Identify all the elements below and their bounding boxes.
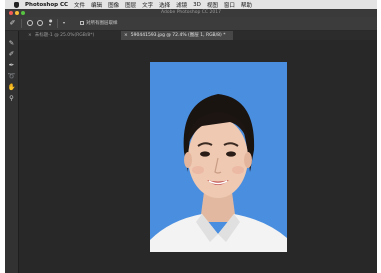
menu-bar: Photoshop CC 文件 编辑 图像 图层 文字 选择 滤镜 3D 视图 … bbox=[5, 0, 377, 9]
sample-all-layers-label: 对所有图层取样 bbox=[86, 21, 118, 26]
history-brush-icon[interactable]: ✒ bbox=[7, 61, 16, 70]
menu-filter[interactable]: 滤镜 bbox=[176, 1, 187, 9]
apple-icon[interactable] bbox=[14, 1, 19, 8]
close-tab-icon[interactable]: × bbox=[28, 33, 32, 38]
menu-window[interactable]: 窗口 bbox=[224, 1, 235, 9]
photoshop-screen: Photoshop CC 文件 编辑 图像 图层 文字 选择 滤镜 3D 视图 … bbox=[5, 0, 377, 273]
tab-untitled-1[interactable]: × 未标题-1 @ 25.0%(RGB/8*) bbox=[25, 31, 120, 40]
hand-icon[interactable]: ✋ bbox=[7, 83, 16, 92]
document-tabs: × 未标题-1 @ 25.0%(RGB/8*) × 5904415​93.jpg @… bbox=[19, 31, 377, 40]
menu-view[interactable]: 视图 bbox=[207, 1, 218, 9]
id-photo[interactable] bbox=[150, 62, 287, 252]
brush-preset-icon[interactable]: ✐ bbox=[8, 19, 17, 28]
window-title-bar: Adobe Photoshop CC 2017 bbox=[5, 9, 377, 17]
tools-panel: ✎ ✐ ✒ ➰ ✋ ⚲ bbox=[5, 31, 19, 273]
healing-brush-icon[interactable]: ✐ bbox=[7, 50, 16, 59]
menu-type[interactable]: 文字 bbox=[142, 1, 153, 9]
brush-icon[interactable]: ✎ bbox=[7, 39, 16, 48]
menu-layer[interactable]: 图层 bbox=[125, 1, 136, 9]
zoom-icon[interactable]: ⚲ bbox=[7, 94, 16, 103]
options-separator bbox=[21, 19, 22, 28]
tab-label: 5904415​93.jpg @ 72.4% (图层 1, RGB/8) * bbox=[130, 33, 226, 38]
menu-file[interactable]: 文件 bbox=[74, 1, 85, 9]
brush-size-icon[interactable]: ● ▾ bbox=[49, 19, 53, 27]
source-pattern-icon[interactable] bbox=[37, 20, 43, 26]
menu-help[interactable]: 帮助 bbox=[241, 1, 252, 9]
portrait-image bbox=[150, 62, 287, 252]
source-sampled-icon[interactable] bbox=[27, 20, 33, 26]
chevron-down-icon[interactable]: ▾ bbox=[63, 21, 65, 25]
menu-3d[interactable]: 3D bbox=[193, 2, 201, 8]
app-menu[interactable]: Photoshop CC bbox=[25, 2, 68, 8]
close-tab-icon[interactable]: × bbox=[124, 33, 128, 38]
menu-image[interactable]: 图像 bbox=[108, 1, 119, 9]
document-canvas[interactable] bbox=[19, 40, 377, 273]
menu-edit[interactable]: 编辑 bbox=[91, 1, 102, 9]
tab-active-document[interactable]: × 5904415​93.jpg @ 72.4% (图层 1, RGB/8) * bbox=[121, 31, 233, 40]
options-bar: ✐ ● ▾ ▾ 对所有图层取样 bbox=[5, 17, 377, 31]
lasso-icon[interactable]: ➰ bbox=[7, 72, 16, 81]
window-title: Adobe Photoshop CC 2017 bbox=[161, 10, 221, 15]
options-separator bbox=[57, 19, 58, 28]
menu-select[interactable]: 选择 bbox=[159, 1, 170, 9]
sample-all-layers-checkbox[interactable] bbox=[80, 21, 84, 25]
tab-label: 未标题-1 @ 25.0%(RGB/8*) bbox=[34, 33, 95, 38]
